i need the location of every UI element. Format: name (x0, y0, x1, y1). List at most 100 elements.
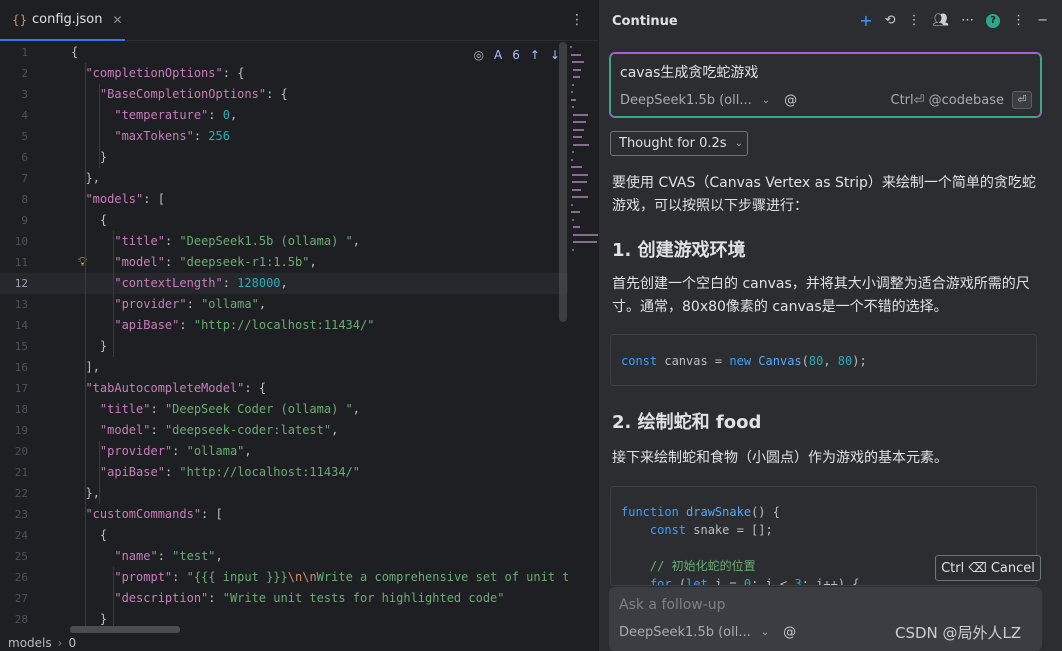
minimap-line (572, 151, 574, 153)
response-intro: 要使用 CVAS（Canvas Vertex as Strip）来绘制一个简单的… (612, 175, 1036, 214)
line-number: 28 (14, 613, 28, 626)
line-number: 23 (14, 508, 28, 521)
users-icon[interactable]: 👥︎ (933, 13, 950, 28)
breadcrumb-item-index[interactable]: 0 (68, 636, 76, 650)
code-text: { (99, 528, 108, 542)
minimap-line (571, 211, 580, 213)
horizontal-scrollbar[interactable] (70, 626, 180, 633)
code-line[interactable]: 1{ (0, 42, 568, 63)
code-editor[interactable]: 1{2 "completionOptions": {3 "BaseComplet… (0, 42, 568, 626)
minimap-line (572, 83, 574, 86)
breadcrumb-item-models[interactable]: models (8, 636, 52, 650)
chat-input-box[interactable]: cavas生成贪吃蛇游戏 DeepSeek1.5b (oll... ⌄ @ Ctr… (609, 52, 1042, 118)
line-number: 20 (14, 445, 28, 458)
model-selector[interactable]: DeepSeek1.5b (oll... ⌄ (620, 93, 770, 108)
code-text: "prompt": "{{{ input }}}\n\nWrite a comp… (114, 570, 568, 584)
line-number: 5 (21, 130, 28, 143)
code-text: "model": "deepseek-coder:latest", (99, 423, 339, 437)
chevron-right-icon: › (57, 636, 63, 650)
minimap-line (573, 121, 586, 123)
help-icon[interactable]: ? (986, 13, 1001, 28)
chevron-down-icon: ⌄ (761, 94, 771, 106)
line-number: 22 (14, 487, 28, 500)
line-number: 17 (14, 382, 28, 395)
tab-bar: {} config.json ✕ ⋮ (0, 0, 598, 41)
code-line: const snake = []; (649, 523, 773, 537)
minimap-line (573, 226, 580, 228)
minimap-line (571, 158, 573, 161)
code-text: "title": "DeepSeek1.5b (ollama) ", (114, 234, 361, 248)
code-text: "title": "DeepSeek Coder (ollama) ", (99, 402, 361, 416)
minimap[interactable] (568, 42, 599, 626)
continue-panel: Continue + ⟲ ⋮ 👥︎ ⋯ ? ⋮ − cavas生成贪吃蛇游戏 D… (598, 0, 1062, 651)
vertical-scrollbar[interactable] (559, 42, 567, 322)
minimap-line (573, 136, 583, 138)
minimap-line (572, 61, 584, 63)
minimap-line (571, 166, 583, 168)
line-number: 25 (14, 550, 28, 563)
minimap-line (571, 53, 581, 56)
line-number: 2 (21, 67, 28, 80)
chevron-down-icon: ⌄ (734, 138, 743, 149)
indent-guide (113, 231, 114, 357)
at-mention-button[interactable]: @ (784, 93, 797, 108)
model-label: DeepSeek1.5b (oll... (619, 625, 751, 640)
line-number: 8 (21, 193, 28, 206)
more-horizontal-icon[interactable]: ⋯ (961, 13, 974, 28)
model-selector[interactable]: DeepSeek1.5b (oll... ⌄ (619, 625, 769, 640)
minimap-line (572, 248, 574, 251)
line-number: 7 (21, 172, 28, 185)
app-window: {} config.json ✕ ⋮ ◎ A 6 ↑ ↓ 1{2 "comple… (0, 0, 1062, 651)
more-vertical-icon[interactable]: ⋮ (1012, 13, 1025, 28)
minimap-line (573, 128, 584, 131)
code-text: "model": "deepseek-r1:1.5b", (114, 255, 317, 269)
line-number: 4 (21, 109, 28, 122)
code-text: "BaseCompletionOptions": { (99, 87, 288, 101)
more-vertical-icon[interactable]: ⋮ (570, 12, 584, 28)
code-text: "apiBase": "http://localhost:11434/" (99, 465, 361, 479)
minimap-line (573, 68, 581, 71)
chat-query-text[interactable]: cavas生成贪吃蛇游戏 (620, 62, 758, 82)
close-icon[interactable]: ✕ (113, 13, 123, 27)
response-heading-2: 2. 绘制蛇和 food (612, 412, 762, 433)
indent-guide (113, 567, 114, 626)
history-icon[interactable]: ⟲ (885, 13, 896, 28)
watermark-text: CSDN @局外人LZ (895, 624, 1022, 642)
codebase-hint: Ctrl⏎ @codebase (890, 92, 1005, 108)
code-line: function drawSnake() { (621, 505, 780, 519)
code-line: const canvas = new Canvas(80, 80); (621, 354, 867, 368)
code-text: } (99, 150, 108, 164)
response-paragraph-2: 接下来绘制蛇和食物（小圆点）作为游戏的基本元素。 (612, 450, 948, 466)
minimize-icon[interactable]: − (1037, 13, 1048, 28)
code-text: "contextLength": 128000, (114, 276, 288, 290)
code-text: "name": "test", (114, 549, 223, 563)
response-paragraph-1: 首先创建一个空白的 canvas，并将其大小调整为适合游戏所需的尺寸。通常，80… (612, 276, 1030, 315)
line-number: 11 (14, 256, 28, 269)
plus-icon[interactable]: + (859, 11, 872, 30)
followup-input[interactable]: Ask a follow-up (619, 597, 726, 613)
line-number: 16 (14, 361, 28, 374)
at-mention-button[interactable]: @ (783, 625, 796, 640)
minimap-line (570, 46, 572, 48)
minimap-line (572, 173, 589, 176)
tab-config-json[interactable]: {} config.json ✕ (0, 0, 125, 41)
enter-icon[interactable]: ⏎ (1012, 91, 1032, 109)
line-number: 10 (14, 235, 28, 248)
code-block-1[interactable]: const canvas = new Canvas(80, 80); (610, 334, 1037, 386)
minimap-line (573, 233, 599, 236)
minimap-line (572, 106, 574, 108)
minimap-line (571, 98, 576, 101)
line-number: 18 (14, 403, 28, 416)
thought-toggle[interactable]: Thought for 0.2s ⌄ (610, 131, 748, 156)
code-text: } (99, 612, 108, 626)
more-vertical-icon[interactable]: ⋮ (908, 13, 921, 28)
indent-guide (99, 84, 100, 168)
cancel-button[interactable]: Ctrl ⌫ Cancel (935, 555, 1041, 581)
panel-title: Continue (612, 14, 678, 29)
code-text: "tabAutocompleteModel": { (85, 381, 267, 395)
line-number: 24 (14, 529, 28, 542)
line-number: 3 (21, 88, 28, 101)
response-heading-1: 1. 创建游戏环境 (612, 240, 746, 261)
line-number: 21 (14, 466, 28, 479)
panel-toolbar: + ⟲ ⋮ 👥︎ ⋯ ? ⋮ − (859, 11, 1048, 30)
